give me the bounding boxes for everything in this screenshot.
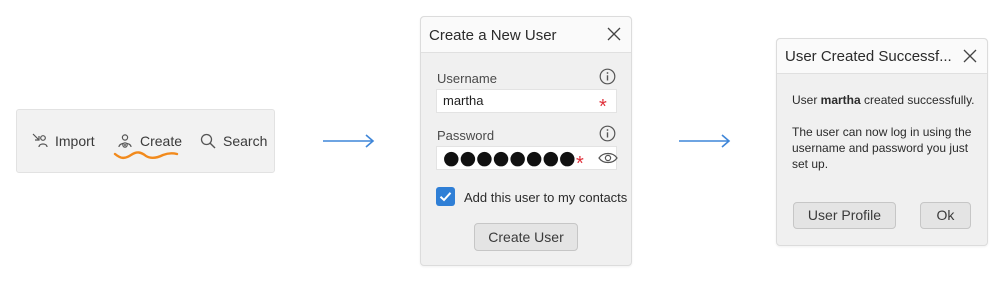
import-icon <box>31 132 49 150</box>
dialog-header: Create a New User <box>421 17 631 53</box>
toolbar-panel: Import Create Search <box>16 109 275 173</box>
username-field[interactable]: martha <box>436 89 617 113</box>
required-mark: * <box>599 96 607 118</box>
info-icon[interactable] <box>599 68 616 85</box>
required-mark: * <box>576 153 584 175</box>
right-arrow-icon <box>679 134 731 148</box>
search-button[interactable]: Search <box>199 132 267 150</box>
user-profile-button[interactable]: User Profile <box>793 202 896 229</box>
user-created-dialog: User Created Successf... User martha cre… <box>776 38 988 246</box>
login-info-message: The user can now log in using the userna… <box>792 125 972 171</box>
search-label: Search <box>223 133 268 149</box>
import-button[interactable]: Import <box>31 132 95 150</box>
created-username: martha <box>820 93 861 107</box>
dialog-title: User Created Successf... <box>785 48 952 65</box>
close-icon[interactable] <box>963 49 977 63</box>
dialog-header: User Created Successf... <box>777 39 987 74</box>
import-label: Import <box>55 133 95 149</box>
search-icon <box>199 132 217 150</box>
dialog-title: Create a New User <box>429 27 557 44</box>
password-field[interactable]: ●●●●●●●● <box>436 146 617 170</box>
success-message: User martha created successfully. <box>792 92 975 108</box>
username-value: martha <box>443 93 484 108</box>
right-arrow-icon <box>323 134 375 148</box>
create-label: Create <box>140 133 183 149</box>
create-user-icon <box>116 132 134 150</box>
message-prefix: User <box>792 93 821 107</box>
create-button[interactable]: Create <box>116 132 182 150</box>
add-contact-checkbox[interactable] <box>436 187 455 206</box>
info-icon[interactable] <box>599 125 616 142</box>
show-password-icon[interactable] <box>598 151 618 165</box>
password-label: Password <box>437 128 495 143</box>
password-value: ●●●●●●●● <box>443 147 576 169</box>
add-contact-label: Add this user to my contacts <box>464 190 628 205</box>
highlight-squiggle <box>113 151 179 160</box>
checkmark-icon <box>439 192 452 202</box>
message-suffix: created successfully. <box>860 93 975 107</box>
close-icon[interactable] <box>607 27 621 41</box>
create-user-button[interactable]: Create User <box>474 223 578 251</box>
create-user-dialog: Create a New User Username martha * Pass… <box>420 16 632 266</box>
ok-button[interactable]: Ok <box>920 202 971 229</box>
username-label: Username <box>437 71 497 86</box>
